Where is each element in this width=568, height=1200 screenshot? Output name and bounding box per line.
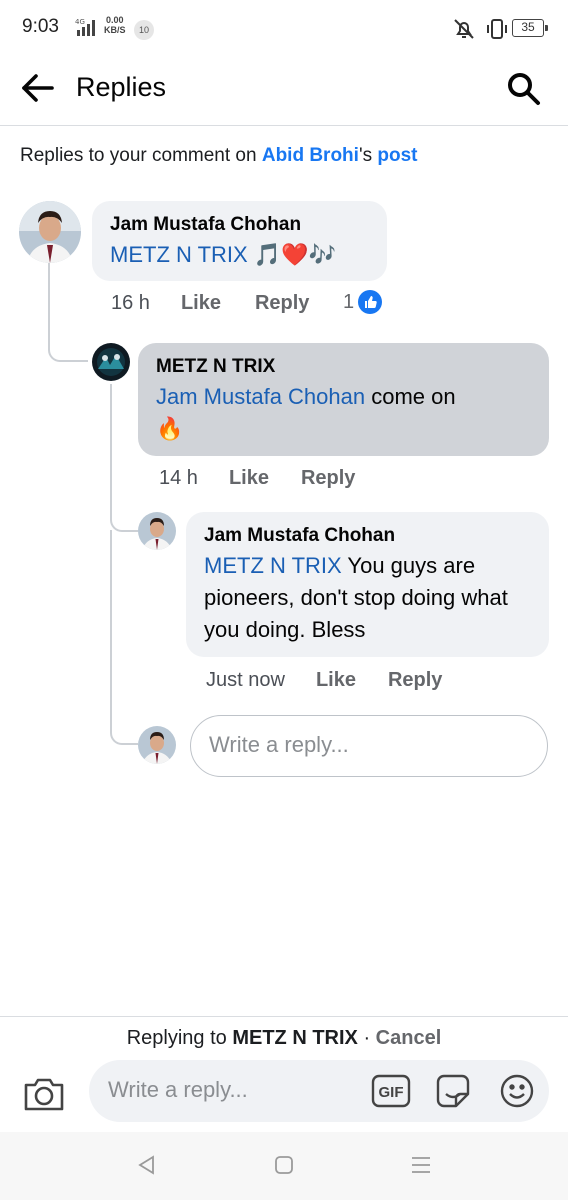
compose-placeholder: Write a reply... (108, 1077, 248, 1102)
comment-bubble[interactable]: Jam Mustafa Chohan METZ N TRIX You guys … (186, 512, 549, 657)
comment-bubble[interactable]: Jam Mustafa Chohan METZ N TRIX 🎵❤️🎶 (92, 201, 387, 281)
svg-text:4G: 4G (75, 18, 85, 26)
app-header: Replies (0, 60, 568, 126)
avatar[interactable] (19, 201, 81, 263)
mute-icon (452, 17, 476, 46)
reply-button[interactable]: Reply (301, 467, 355, 490)
comment-actions: Just now Like Reply (206, 669, 442, 692)
comment-time: Just now (206, 669, 285, 691)
back-button[interactable] (18, 68, 58, 108)
like-reaction-icon (358, 290, 383, 314)
svg-text:GIF: GIF (379, 1084, 404, 1101)
comment-bubble[interactable]: METZ N TRIX Jam Mustafa Chohan come on 🔥 (138, 343, 549, 456)
replying-to-banner: Replying to METZ N TRIX · Cancel (126, 1027, 442, 1049)
reply-composer: Replying to METZ N TRIX · Cancel Write a… (0, 1016, 568, 1132)
replying-to-name: METZ N TRIX (232, 1027, 358, 1049)
sticker-button[interactable] (434, 1072, 472, 1110)
replies-context: Replies to your comment on Abid Brohi's … (20, 145, 418, 166)
profile-link[interactable]: Abid Brohi (262, 145, 359, 166)
comment-text: Jam Mustafa Chohan come on 🔥 (156, 384, 456, 441)
reaction-summary[interactable]: 1 (343, 290, 383, 314)
reply-button[interactable]: Reply (255, 292, 309, 315)
search-icon (508, 73, 540, 105)
nav-home-icon[interactable] (274, 1155, 294, 1180)
vibrate-icon (485, 18, 509, 45)
nav-back-icon[interactable] (136, 1154, 158, 1181)
thread-line (110, 384, 138, 532)
avatar[interactable] (138, 512, 176, 550)
mention-link[interactable]: METZ N TRIX (204, 553, 342, 578)
avatar (138, 726, 176, 764)
reply-button[interactable]: Reply (388, 669, 442, 692)
comment-author[interactable]: Jam Mustafa Chohan (110, 213, 369, 237)
comment-text: METZ N TRIX You guys are pioneers, don't… (204, 553, 508, 642)
system-nav-bar (0, 1132, 568, 1200)
comment-actions: 16 h Like Reply (111, 292, 309, 315)
emoji: 🎵❤️🎶 (253, 242, 337, 267)
smiley-icon (500, 1074, 534, 1108)
search-button[interactable] (503, 68, 543, 108)
thread-line (110, 530, 138, 745)
mention-link[interactable]: Jam Mustafa Chohan (156, 384, 365, 409)
post-link[interactable]: post (377, 145, 417, 166)
status-time: 9:03 (22, 16, 59, 37)
mention-link[interactable]: METZ N TRIX (110, 242, 248, 267)
gif-icon: GIF (371, 1074, 411, 1108)
page-title: Replies (76, 72, 167, 102)
comment-text: METZ N TRIX 🎵❤️🎶 (110, 239, 369, 271)
comment-author[interactable]: Jam Mustafa Chohan (204, 524, 531, 548)
battery-indicator: 35 (512, 19, 548, 37)
arrow-left-icon (22, 74, 54, 102)
cancel-reply-button[interactable]: Cancel (376, 1027, 442, 1049)
like-button[interactable]: Like (229, 467, 269, 490)
signal-icon: 4G (75, 16, 101, 43)
camera-button[interactable] (22, 1073, 66, 1113)
like-button[interactable]: Like (316, 669, 356, 692)
comment-time: 14 h (159, 467, 198, 489)
thread-line (48, 262, 88, 362)
comment-time: 16 h (111, 292, 150, 314)
compose-input[interactable]: Write a reply... GIF (89, 1060, 549, 1122)
gif-button[interactable]: GIF (371, 1074, 411, 1108)
avatar[interactable] (92, 343, 130, 381)
nav-menu-icon[interactable] (410, 1154, 432, 1181)
emoji-button[interactable] (499, 1073, 535, 1109)
comment-actions: 14 h Like Reply (159, 467, 355, 490)
comment-author[interactable]: METZ N TRIX (156, 355, 531, 379)
sticker-icon (436, 1074, 470, 1108)
like-button[interactable]: Like (181, 292, 221, 315)
emoji: 🔥 (156, 416, 184, 441)
status-bar: 9:03 4G 0.00 KB/S 10 35 (0, 0, 568, 60)
notification-count-badge: 10 (134, 20, 154, 40)
inline-reply-input[interactable]: Write a reply... (190, 715, 548, 777)
network-speed: 0.00 KB/S (104, 15, 126, 35)
camera-icon (24, 1078, 64, 1111)
reaction-count: 1 (343, 290, 355, 313)
